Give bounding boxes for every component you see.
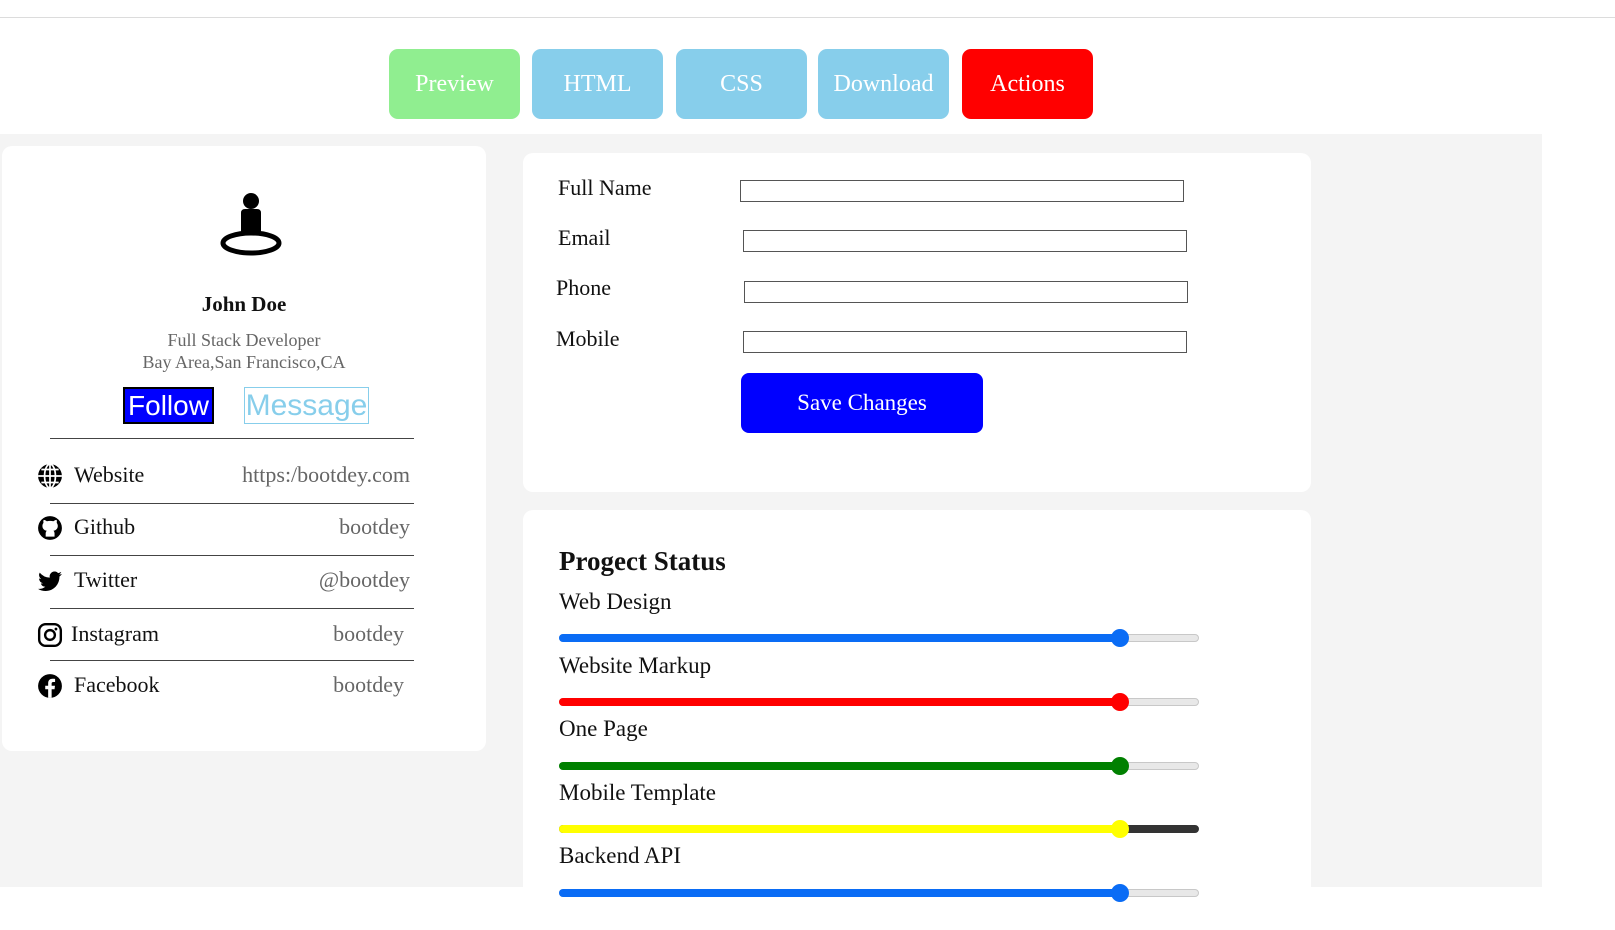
profile-role: Full Stack Developer bbox=[167, 330, 321, 350]
field-label-phone: Phone bbox=[556, 275, 611, 300]
profile-location: Bay Area,San Francisco,CA bbox=[142, 352, 346, 372]
field-label-email: Email bbox=[558, 225, 611, 250]
social-row-website[interactable]: Website https:/bootdey.com bbox=[2, 452, 486, 504]
social-value: @bootdey bbox=[318, 567, 410, 592]
social-row-twitter[interactable]: Twitter @bootdey bbox=[2, 557, 486, 609]
field-label-full-name: Full Name bbox=[558, 175, 652, 200]
mobile-field[interactable] bbox=[743, 331, 1187, 353]
status-label: One Page bbox=[559, 716, 648, 741]
social-row-facebook[interactable]: Facebook bootdey bbox=[2, 662, 486, 714]
status-title: Progect Status bbox=[559, 546, 726, 576]
slider-thumb[interactable] bbox=[1111, 693, 1129, 711]
progress-slider[interactable] bbox=[559, 693, 1199, 711]
field-label-mobile: Mobile bbox=[556, 326, 620, 351]
status-label: Website Markup bbox=[559, 653, 712, 678]
twitter-icon bbox=[38, 571, 62, 591]
profile-card: John Doe Full Stack Developer Bay Area,S… bbox=[2, 146, 486, 751]
tab-actions[interactable]: Actions bbox=[962, 49, 1093, 119]
workspace: John Doe Full Stack Developer Bay Area,S… bbox=[0, 134, 1542, 930]
progress-fill bbox=[559, 698, 1119, 706]
progress-slider[interactable] bbox=[559, 820, 1199, 838]
slider-thumb[interactable] bbox=[1111, 629, 1129, 647]
save-changes-button[interactable]: Save Changes bbox=[741, 373, 983, 433]
person-pin-icon bbox=[220, 193, 282, 256]
status-label: Backend API bbox=[559, 843, 682, 868]
project-status-card: Progect Status Web Design Website Markup… bbox=[523, 510, 1311, 930]
divider bbox=[50, 503, 414, 504]
social-label: Github bbox=[74, 514, 136, 539]
slider-thumb[interactable] bbox=[1111, 820, 1129, 838]
top-divider bbox=[0, 17, 1615, 18]
slider-thumb[interactable] bbox=[1111, 757, 1129, 775]
social-value: https:/bootdey.com bbox=[242, 462, 410, 487]
progress-slider[interactable] bbox=[559, 629, 1199, 647]
social-value: bootdey bbox=[333, 672, 404, 697]
divider bbox=[50, 438, 414, 439]
divider bbox=[50, 555, 414, 556]
progress-fill bbox=[559, 889, 1119, 897]
tab-html[interactable]: HTML bbox=[532, 49, 663, 119]
tab-preview[interactable]: Preview bbox=[389, 49, 520, 119]
progress-fill bbox=[559, 634, 1119, 642]
instagram-icon bbox=[37, 622, 63, 648]
social-value: bootdey bbox=[339, 514, 410, 539]
progress-slider[interactable] bbox=[559, 757, 1199, 775]
divider bbox=[50, 660, 414, 661]
tab-css[interactable]: CSS bbox=[676, 49, 807, 119]
social-row-instagram[interactable]: Instagram bootdey bbox=[2, 610, 486, 662]
profile-name: John Doe bbox=[201, 292, 287, 316]
social-value: bootdey bbox=[333, 621, 404, 646]
phone-field[interactable] bbox=[744, 281, 1188, 303]
globe-icon bbox=[38, 463, 62, 489]
status-label: Web Design bbox=[559, 589, 672, 614]
email-field[interactable] bbox=[743, 230, 1187, 252]
progress-slider[interactable] bbox=[559, 884, 1199, 902]
social-label: Instagram bbox=[71, 621, 159, 646]
follow-button[interactable]: Follow bbox=[123, 387, 214, 424]
progress-fill bbox=[559, 825, 1119, 833]
social-label: Twitter bbox=[74, 567, 138, 592]
github-icon bbox=[38, 516, 62, 540]
status-label: Mobile Template bbox=[559, 780, 717, 805]
progress-fill bbox=[559, 762, 1119, 770]
social-row-github[interactable]: Github bootdey bbox=[2, 505, 486, 557]
tab-download[interactable]: Download bbox=[818, 49, 949, 119]
facebook-icon bbox=[38, 674, 62, 698]
full-name-field[interactable] bbox=[740, 180, 1184, 202]
social-label: Facebook bbox=[74, 672, 160, 697]
message-button[interactable]: Message bbox=[244, 387, 369, 424]
social-label: Website bbox=[74, 462, 145, 487]
divider bbox=[50, 608, 414, 609]
profile-form-card: Full Name Email Phone Mobile Save Change… bbox=[523, 153, 1311, 492]
